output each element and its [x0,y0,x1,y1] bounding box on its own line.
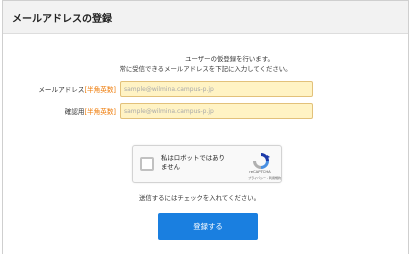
recaptcha-brand: reCAPTCHA [249,169,271,174]
email-required-note: [半角英数] [84,86,116,94]
recaptcha-label: 私はロボットではありません [161,154,225,171]
registration-panel: メールアドレスの登録 ユーザーの仮登録を行います。 常に受信できるメールアドレス… [2,0,409,254]
confirm-row: 確認用[半角英数] [3,103,313,119]
email-label-text: メールアドレス [38,86,85,94]
confirm-label-text: 確認用 [64,108,85,116]
confirm-email-field[interactable] [120,103,313,119]
intro-text-line-2: 常に受信できるメールアドレスを下記に入力してください。 [119,65,292,73]
recaptcha-logo-icon [253,153,270,169]
recaptcha-widget: 私はロボットではありません reCAPTCHA プライバシー - 利用規約 [132,145,282,183]
email-label: メールアドレス[半角英数] [3,84,120,94]
recaptcha-checkbox[interactable] [140,157,154,171]
confirm-label: 確認用[半角英数] [3,106,120,116]
recaptcha-links[interactable]: プライバシー - 利用規約 [229,176,281,180]
check-notice: 送信するにはチェックを入れてください。 [139,194,261,202]
panel-header: メールアドレスの登録 [3,1,408,34]
email-row: メールアドレス[半角英数] [3,81,313,97]
register-button[interactable]: 登録する [158,213,258,240]
confirm-required-note: [半角英数] [84,108,116,116]
intro-text-line-1: ユーザーの仮登録を行います。 [185,55,274,63]
email-field[interactable] [120,81,313,97]
page-title: メールアドレスの登録 [12,13,112,25]
